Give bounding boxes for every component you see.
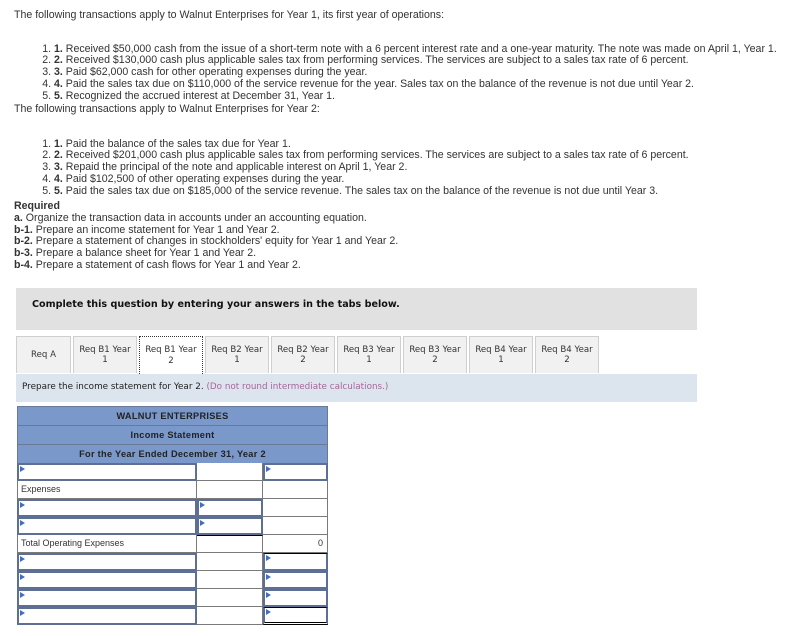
empty-cell <box>197 553 263 571</box>
total-operating-expenses-label: Total Operating Expenses <box>17 535 197 553</box>
year1-transaction-list: 1. Received $50,000 cash from the issue … <box>14 43 777 103</box>
dropdown-flag-icon <box>20 574 25 580</box>
empty-cell <box>197 589 263 607</box>
expense-account-dropdown[interactable] <box>17 499 197 517</box>
empty-cell <box>197 571 263 589</box>
empty-cell <box>197 607 263 625</box>
amount-input[interactable] <box>263 571 328 589</box>
empty-cell <box>197 535 263 553</box>
account-dropdown[interactable] <box>17 589 197 607</box>
empty-cell <box>263 517 328 535</box>
expense-amount-input[interactable] <box>197 499 263 517</box>
company-name: WALNUT ENTERPRISES <box>17 406 328 425</box>
table-row <box>17 517 328 535</box>
empty-cell <box>263 499 328 517</box>
year1-intro: The following transactions apply to Waln… <box>14 9 445 21</box>
expense-amount-field[interactable] <box>199 519 261 533</box>
dropdown-flag-icon <box>20 592 25 598</box>
rounding-hint: (Do not round intermediate calculations.… <box>206 382 389 392</box>
statement-title: Income Statement <box>17 425 328 444</box>
dropdown-flag-icon <box>20 466 25 472</box>
tab-req-b4-year2[interactable]: Req B4 Year 2 <box>535 336 599 373</box>
amount-field[interactable] <box>265 591 326 605</box>
required-item: b-4. Prepare a statement of cash flows f… <box>14 258 301 271</box>
amount-field[interactable] <box>265 554 326 569</box>
account-dropdown[interactable] <box>17 607 197 625</box>
empty-cell <box>197 481 263 499</box>
net-income-field[interactable] <box>265 608 326 622</box>
expense-account-dropdown[interactable] <box>17 517 197 535</box>
tab-req-b3-year1[interactable]: Req B3 Year 1 <box>337 336 401 373</box>
total-operating-expenses-value: 0 <box>263 535 328 553</box>
table-row <box>17 499 328 517</box>
dropdown-flag-icon <box>20 520 25 526</box>
tab-req-a[interactable]: Req A <box>16 336 71 373</box>
empty-cell <box>263 481 328 499</box>
tab-req-b2-year1[interactable]: Req B2 Year 1 <box>205 336 269 373</box>
tab-req-b3-year2[interactable]: Req B3 Year 2 <box>403 336 467 373</box>
table-row: Total Operating Expenses 0 <box>17 535 328 553</box>
year2-intro: The following transactions apply to Waln… <box>14 103 320 115</box>
table-row <box>17 571 328 589</box>
tab-req-b1-year1[interactable]: Req B1 Year 1 <box>73 336 137 373</box>
amount-input[interactable] <box>263 589 328 607</box>
table-row <box>17 589 328 607</box>
tab-instruction: Prepare the income statement for Year 2.… <box>16 374 697 402</box>
tab-req-b2-year2[interactable]: Req B2 Year 2 <box>271 336 335 373</box>
tab-req-b4-year1[interactable]: Req B4 Year 1 <box>469 336 533 373</box>
account-dropdown[interactable] <box>17 571 197 589</box>
expense-amount-field[interactable] <box>199 501 261 515</box>
table-row: Expenses <box>17 481 328 499</box>
income-statement: WALNUT ENTERPRISES Income Statement For … <box>17 406 328 625</box>
net-income-input[interactable] <box>263 607 328 625</box>
amount-input[interactable] <box>263 553 328 571</box>
amount-input[interactable] <box>263 463 328 481</box>
transaction-item: 5. Recognized the accrued interest at De… <box>54 90 777 103</box>
requirement-tabs: Req A Req B1 Year 1 Req B1 Year 2 Req B2 Y… <box>16 336 601 374</box>
dropdown-flag-icon <box>20 502 25 508</box>
statement-period: For the Year Ended December 31, Year 2 <box>17 444 328 463</box>
account-dropdown[interactable] <box>17 463 197 481</box>
amount-field[interactable] <box>265 465 326 479</box>
amount-field[interactable] <box>265 573 326 587</box>
year2-transaction-list: 1. Paid the balance of the sales tax due… <box>14 138 689 198</box>
account-dropdown[interactable] <box>17 553 197 571</box>
expense-amount-input[interactable] <box>197 517 263 535</box>
transaction-item: 5. Paid the sales tax due on $185,000 of… <box>54 185 689 198</box>
tab-req-b1-year2[interactable]: Req B1 Year 2 <box>139 336 203 374</box>
dropdown-flag-icon <box>20 610 25 616</box>
table-row <box>17 553 328 571</box>
table-row <box>17 607 328 625</box>
expenses-label: Expenses <box>17 481 197 499</box>
required-section: Required a. Organize the transaction dat… <box>14 200 398 272</box>
dropdown-flag-icon <box>20 556 25 562</box>
instructions-banner: Complete this question by entering your … <box>16 288 697 330</box>
table-row <box>17 463 328 481</box>
empty-cell <box>197 463 263 481</box>
